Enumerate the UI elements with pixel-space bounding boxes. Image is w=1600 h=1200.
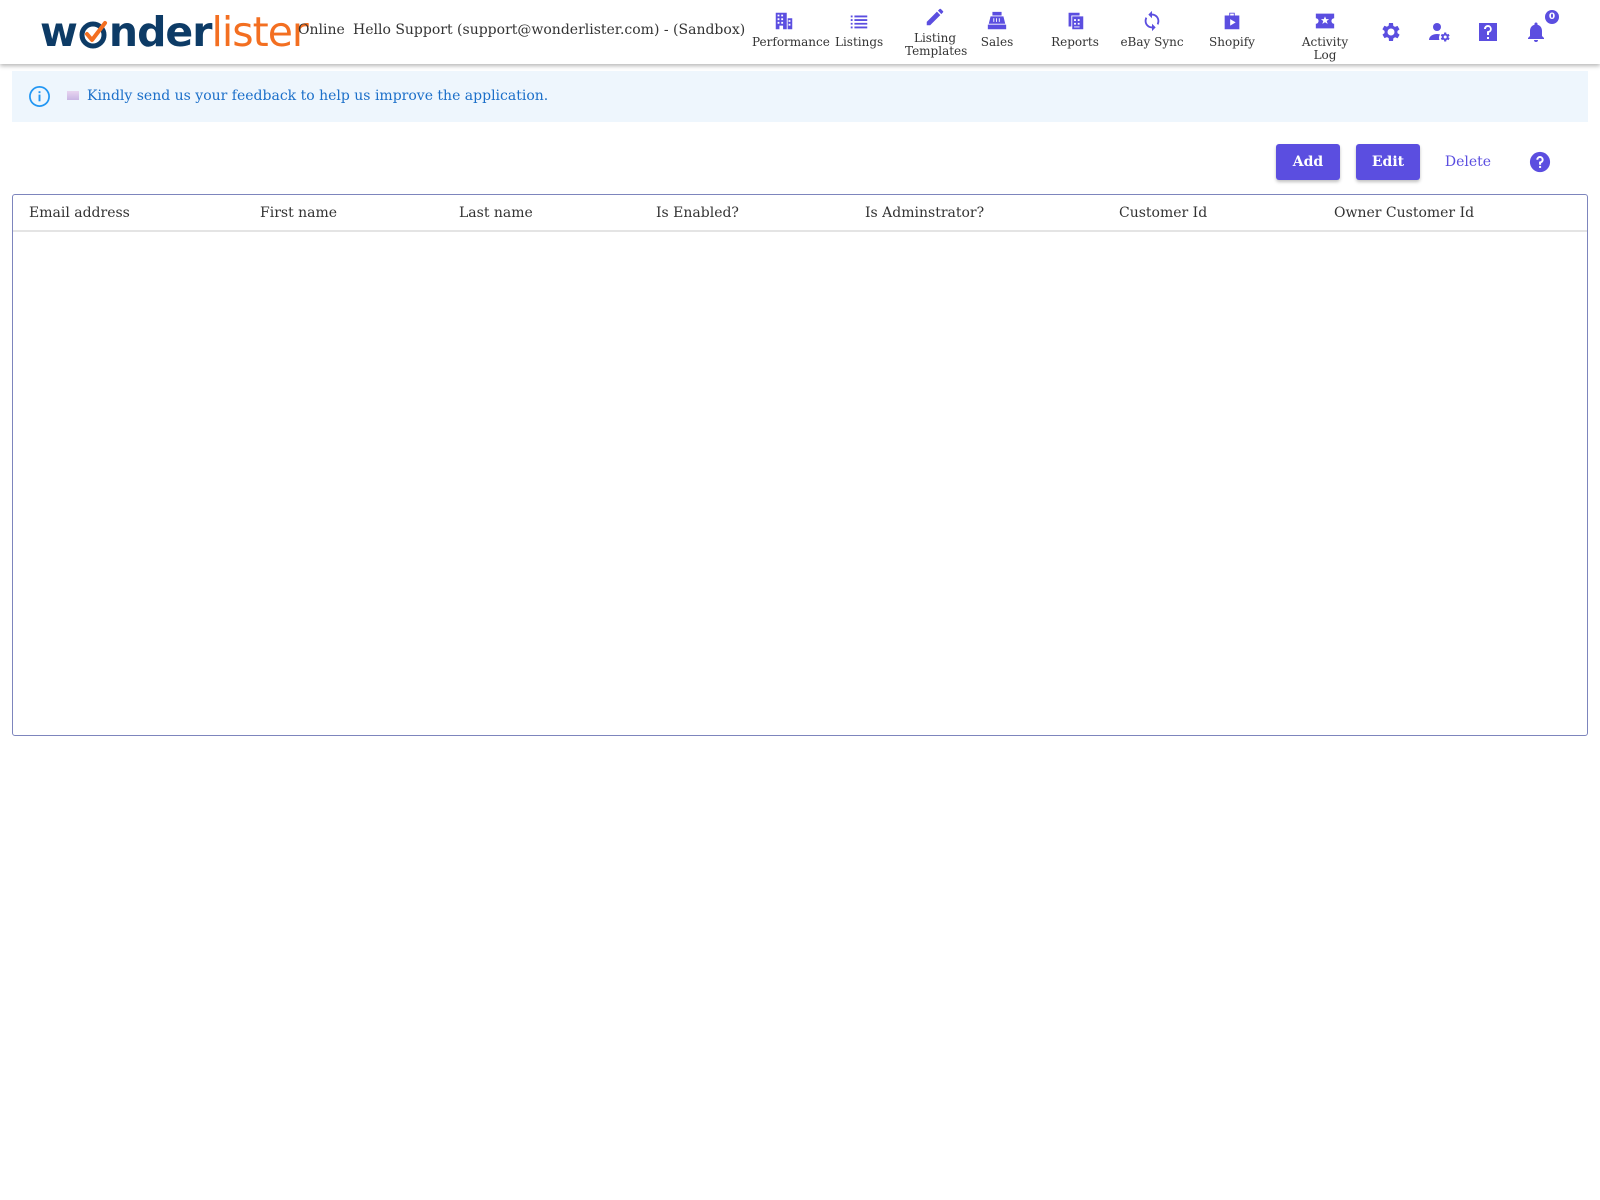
gear-icon xyxy=(1382,23,1400,41)
users-table: Email address First name Last name Is En… xyxy=(12,194,1588,736)
nav-sales-label: Sales xyxy=(980,35,1014,49)
nav-listings-label: Listings xyxy=(835,35,884,49)
column-header-last-name[interactable]: Last name xyxy=(459,205,533,221)
activity-log-icon xyxy=(1315,13,1335,29)
list-icon xyxy=(850,15,868,29)
nav-shopify-label: Shopify xyxy=(1209,35,1255,49)
feedback-notice: Kindly send us your feedback to help us … xyxy=(12,71,1588,122)
nav-ebay-sync-label: eBay Sync xyxy=(1120,35,1184,49)
connection-status: Online xyxy=(298,22,345,38)
shopify-bag-icon xyxy=(1224,12,1240,30)
add-button[interactable]: Add xyxy=(1276,144,1340,180)
help-button[interactable] xyxy=(1476,20,1500,44)
nav-listing-templates-label-line2: Templates xyxy=(905,44,968,58)
table-header-row: Email address First name Last name Is En… xyxy=(13,195,1587,232)
column-header-is-enabled[interactable]: Is Enabled? xyxy=(656,205,739,221)
delete-button[interactable]: Delete xyxy=(1436,144,1500,180)
nav-performance[interactable]: Performance xyxy=(752,10,830,49)
nav-listing-templates-label-line1: Listing xyxy=(913,31,957,45)
column-header-email[interactable]: Email address xyxy=(29,205,130,221)
reports-icon xyxy=(1068,12,1084,30)
top-navigation-bar: w nderlister Online Hello Support (suppor… xyxy=(0,0,1600,64)
nav-sales[interactable]: Sales xyxy=(975,10,1019,49)
logo-text-w: w xyxy=(40,8,78,56)
logo-check-icon xyxy=(79,21,107,49)
nav-listings[interactable]: Listings xyxy=(835,10,883,49)
edit-button[interactable]: Edit xyxy=(1356,144,1420,180)
nav-listing-templates[interactable]: Listing Templates xyxy=(905,6,968,58)
building-icon xyxy=(775,12,793,30)
help-icon xyxy=(1479,23,1497,41)
user-settings-button[interactable] xyxy=(1428,20,1452,44)
user-greeting: Hello Support (support@wonderlister.com)… xyxy=(353,22,746,38)
nav-reports-label: Reports xyxy=(1051,35,1099,49)
notification-count-badge: 0 xyxy=(1545,10,1559,24)
info-icon xyxy=(29,86,50,107)
wonderlister-logo[interactable]: w nderlister xyxy=(40,8,309,56)
nav-performance-label: Performance xyxy=(752,35,830,49)
logo-text-lister: lister xyxy=(211,8,308,56)
column-header-is-administrator[interactable]: Is Adminstrator? xyxy=(865,205,984,221)
bell-icon xyxy=(1528,22,1544,42)
cash-register-icon xyxy=(987,11,1007,30)
column-header-owner-customer-id[interactable]: Owner Customer Id xyxy=(1334,205,1474,221)
sync-icon xyxy=(1144,10,1160,32)
nav-activity-log-label: Activity Log xyxy=(1301,35,1349,62)
pencil-icon xyxy=(926,8,944,26)
column-header-first-name[interactable]: First name xyxy=(260,205,337,221)
feedback-flag-icon xyxy=(67,91,79,100)
nav-reports[interactable]: Reports xyxy=(1050,10,1100,49)
feedback-message-link[interactable]: Kindly send us your feedback to help us … xyxy=(87,88,548,104)
nav-ebay-sync[interactable]: eBay Sync xyxy=(1120,10,1184,49)
settings-button[interactable] xyxy=(1379,20,1403,44)
nav-activity-log[interactable]: Activity Log xyxy=(1290,10,1360,62)
user-settings-icon xyxy=(1429,23,1450,42)
help-circle-icon[interactable] xyxy=(1529,151,1551,173)
logo-text-nder: nder xyxy=(108,8,213,56)
column-header-customer-id[interactable]: Customer Id xyxy=(1119,205,1207,221)
notifications-button[interactable] xyxy=(1524,20,1548,44)
nav-shopify[interactable]: Shopify xyxy=(1207,10,1257,49)
